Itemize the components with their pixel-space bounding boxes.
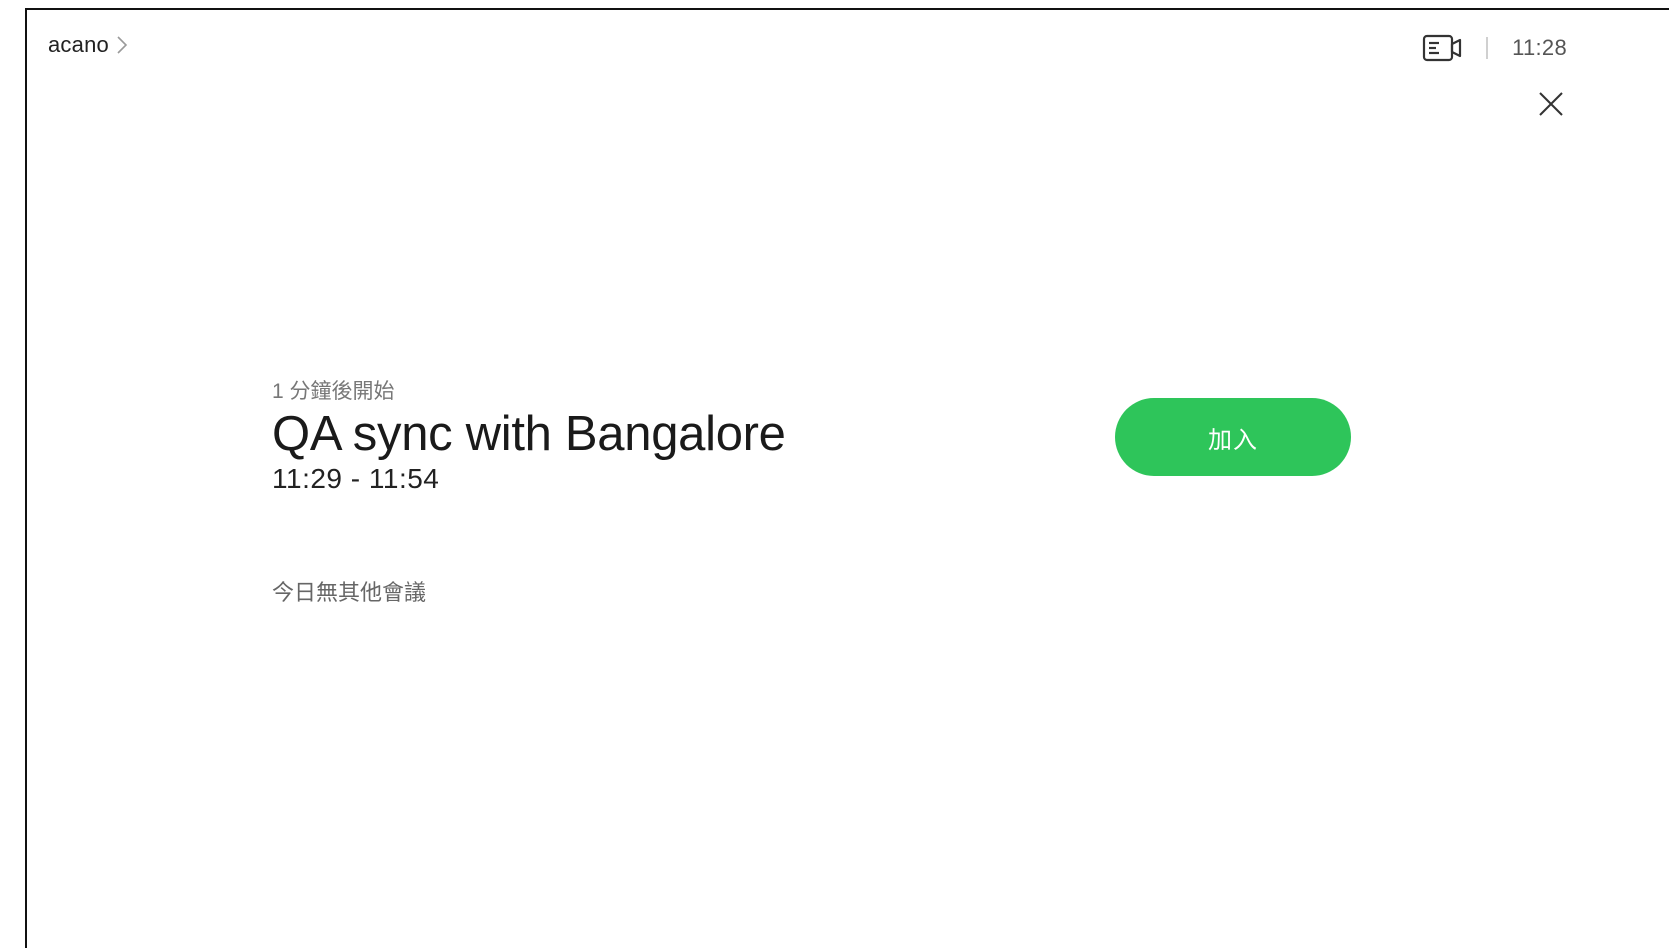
device-menu[interactable]: acano xyxy=(48,32,129,58)
join-button[interactable]: 加入 xyxy=(1115,398,1351,476)
close-icon[interactable] xyxy=(1535,88,1567,120)
meeting-time: 11:29 - 11:54 xyxy=(272,463,440,494)
clock: 11:28 xyxy=(1512,35,1567,60)
starts-in-label: 1 分鐘後開始 xyxy=(272,380,395,403)
device-name: acano xyxy=(48,32,109,57)
meeting-info: 1 分鐘後開始 QA sync with Bangalore 11:29 - 1… xyxy=(272,375,786,495)
status-bar: 11:28 xyxy=(1422,32,1567,64)
meeting-title: QA sync with Bangalore xyxy=(272,407,786,461)
chevron-right-icon xyxy=(117,36,128,54)
video-camera-icon[interactable] xyxy=(1422,32,1464,64)
meeting-screen: acano 11:28 1 分鐘後開始 QA sync with Bangalo… xyxy=(25,8,1669,948)
no-other-meetings-label: 今日無其他會議 xyxy=(272,580,427,605)
divider xyxy=(1486,37,1489,59)
